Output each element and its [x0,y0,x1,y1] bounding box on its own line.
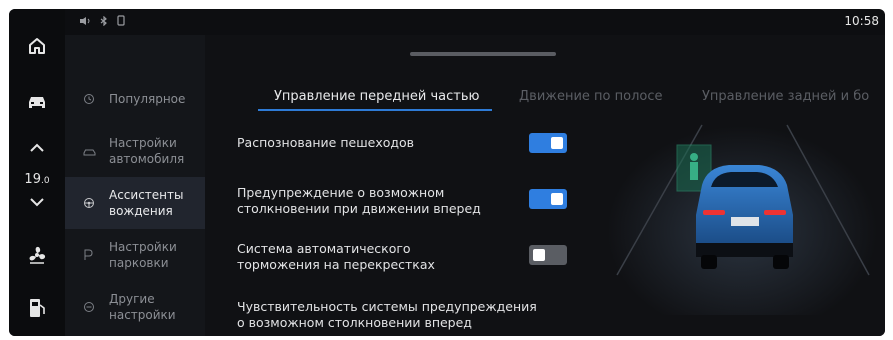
tab-lane-keeping[interactable]: Движение по полосе [519,89,663,104]
more-icon [83,301,109,313]
toggle-knob [533,249,545,261]
fuel-door-icon [30,299,45,317]
setting-label: Предупреждение о возможном столкновении … [237,185,481,216]
car-icon [29,97,45,108]
parking-icon [83,249,109,261]
car-illustration [607,105,877,315]
pedestrian-detection-toggle[interactable] [529,133,567,153]
toggle-knob [551,193,563,205]
setting-label: Система автоматического торможения на пе… [237,241,435,272]
setting-row-warning-sensitivity: Чувствительность системы предупреждения … [237,299,557,333]
temperature-value: 19.0 [24,171,50,187]
nav-label: Настройки автомобиля [109,136,185,166]
fan-button[interactable] [9,241,65,269]
setting-label: Чувствительность системы предупреждения … [237,299,537,330]
nav-item-other-settings[interactable]: Другие настройки [65,281,205,333]
nav-label: Популярное [109,92,186,106]
speaker-icon [79,16,91,29]
nav-item-parking-settings[interactable]: Настройки парковки [65,229,205,281]
temp-down-button[interactable] [9,193,65,211]
setting-label: Распознование пешеходов [237,135,415,150]
temperature-display: 19.0 [9,169,65,189]
home-icon [29,38,45,54]
setting-row-intersection-braking: Система автоматического торможения на пе… [237,241,567,275]
phone-icon [117,15,125,29]
nav-item-popular[interactable]: Популярное [65,73,205,125]
car-rear-view [696,165,793,269]
nav-item-driver-assistance[interactable]: Ассистенты вождения [65,177,205,229]
vehicle-button[interactable] [9,89,65,115]
forward-collision-warning-toggle[interactable] [529,189,567,209]
status-bar: 10:58 [65,9,885,35]
settings-panel: Управление передней частью Движение по п… [205,35,885,336]
nav-label: Настройки парковки [109,240,177,270]
steering-wheel-icon [83,197,109,209]
nav-item-vehicle-settings[interactable]: Настройки автомобиля [65,125,205,177]
active-tab-indicator [258,109,492,111]
intersection-braking-toggle[interactable] [529,245,567,265]
chevron-up-icon [30,143,44,152]
home-button[interactable] [9,33,65,59]
status-icons [79,15,125,29]
infotainment-screen: 19.0 10:58 Популярное Настройки автомоби… [9,9,885,336]
bluetooth-icon [99,15,109,29]
fan-icon [29,246,46,264]
tab-rear-side-control[interactable]: Управление задней и бо [702,89,869,104]
toggle-knob [551,137,563,149]
setting-row-pedestrian-detection: Распознование пешеходов [237,132,567,154]
settings-nav: Популярное Настройки автомобиля Ассистен… [65,35,205,336]
car-outline-icon [83,147,109,156]
clock-icon [83,93,109,105]
left-dock: 19.0 [9,9,65,336]
nav-label: Ассистенты вождения [109,188,184,218]
temp-up-button[interactable] [9,139,65,157]
chevron-down-icon [30,198,44,207]
fuel-door-button[interactable] [9,295,65,321]
clock: 10:58 [844,14,879,28]
nav-label: Другие настройки [109,292,176,322]
tab-front-control[interactable]: Управление передней частью [274,89,479,104]
setting-row-forward-collision-warning: Предупреждение о возможном столкновении … [237,185,567,219]
drag-handle[interactable] [410,52,556,56]
